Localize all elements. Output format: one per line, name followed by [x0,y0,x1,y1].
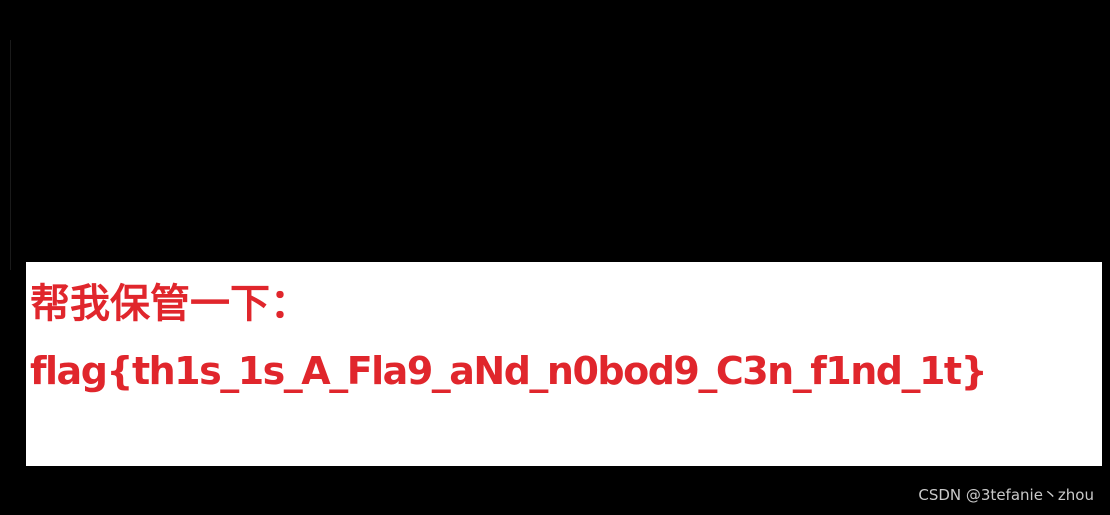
left-edge-divider [0,40,11,270]
flag-text: flag{th1s_1s_A_Fla9_aNd_n0bod9_C3n_f1nd_… [30,349,988,393]
csdn-watermark: CSDN @3tefanie丶zhou [918,486,1094,504]
note-panel: 帮我保管一下： flag{th1s_1s_A_Fla9_aNd_n0bod9_C… [26,262,1102,466]
note-heading: 帮我保管一下： [30,281,310,327]
